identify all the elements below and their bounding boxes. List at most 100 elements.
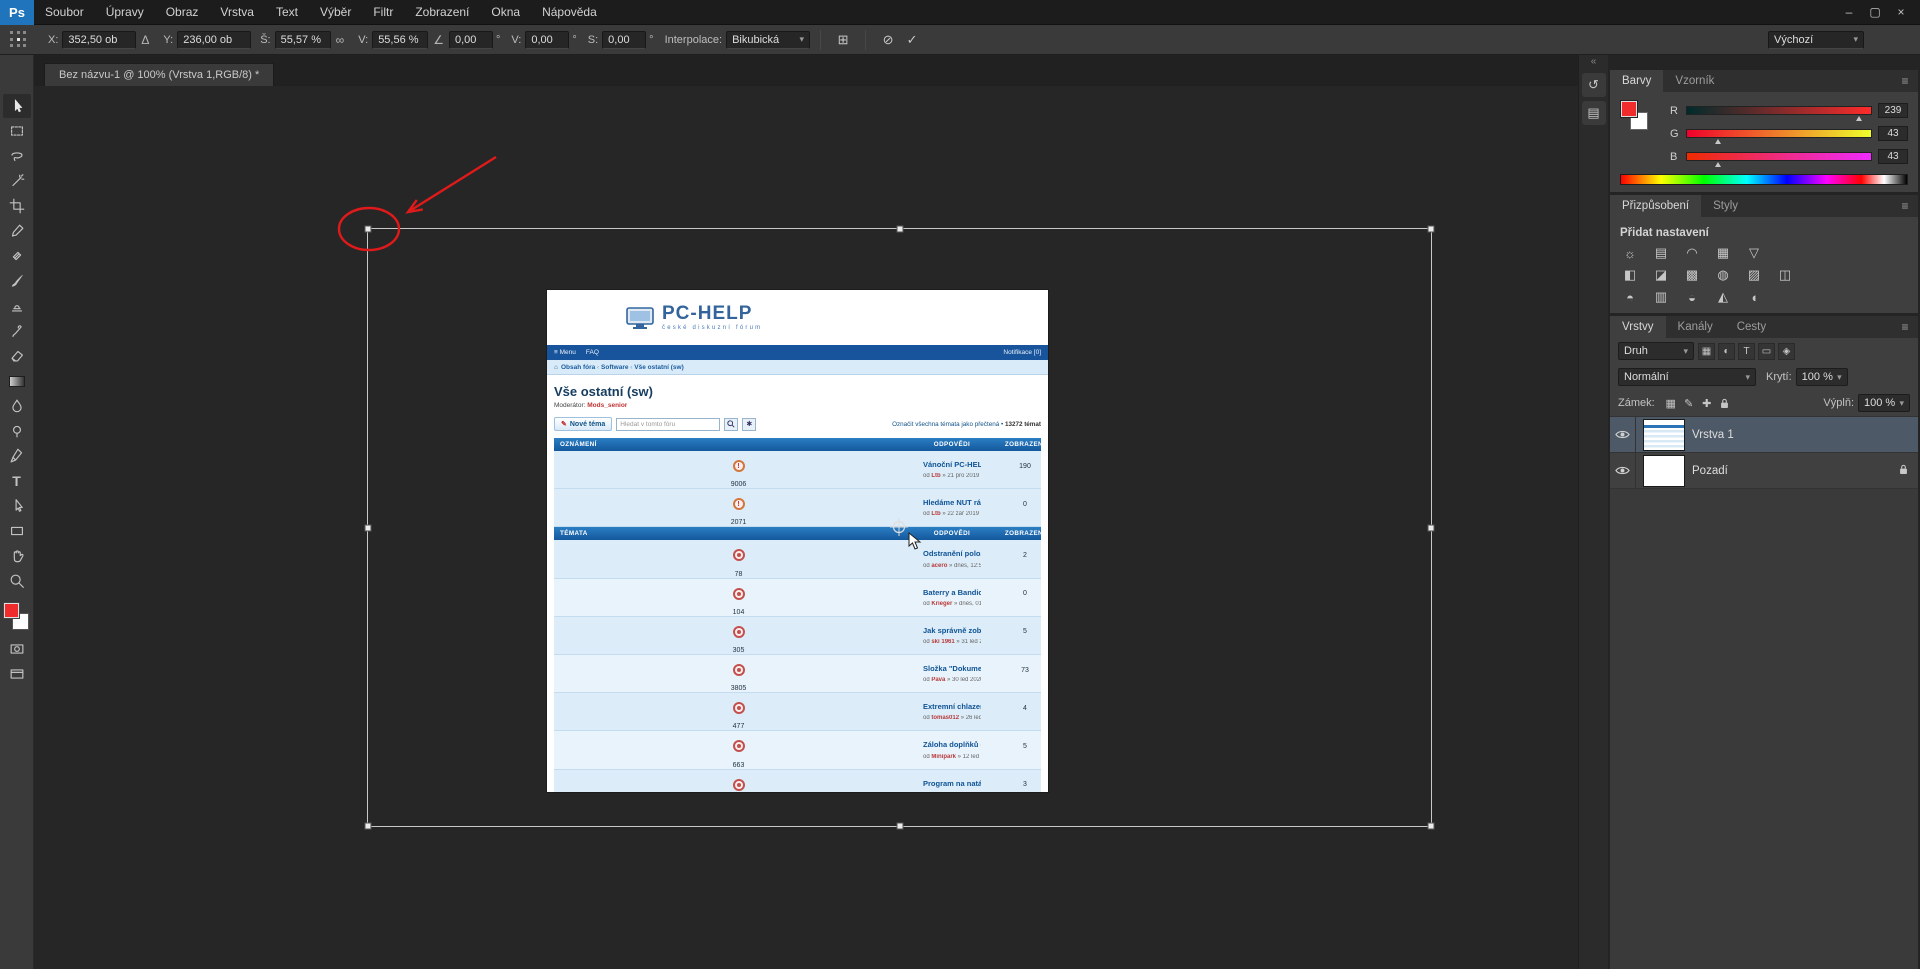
horizontal-skew-field[interactable]: 0,00 xyxy=(525,30,570,49)
slider-thumb[interactable] xyxy=(1715,139,1722,144)
adjustment-brightness-contrast-button[interactable]: ☼ xyxy=(1620,244,1640,262)
channel-value-field[interactable]: 43 xyxy=(1878,126,1908,141)
menu-upravy[interactable]: Úpravy xyxy=(95,5,155,19)
brush-tool[interactable] xyxy=(3,269,31,293)
eyedropper-tool[interactable] xyxy=(3,219,31,243)
channel-value-field[interactable]: 43 xyxy=(1878,149,1908,164)
canvas-area[interactable]: PC-HELP české diskuzní fórum ≡ Menu FAQ … xyxy=(34,86,1578,969)
path-selection-tool[interactable] xyxy=(3,494,31,518)
menu-obraz[interactable]: Obraz xyxy=(155,5,210,19)
adjustment-gradient-map-button[interactable]: ◭ xyxy=(1713,288,1733,306)
adjustment-exposure-button[interactable]: ▦ xyxy=(1713,244,1733,262)
edit-in-quick-mask-button[interactable] xyxy=(3,637,31,661)
transform-handle-top-left[interactable] xyxy=(364,225,372,233)
adjustment-hue-saturation-button[interactable]: ◧ xyxy=(1620,266,1640,284)
adjustment-channel-mixer-button[interactable]: ▨ xyxy=(1744,266,1764,284)
x-position-field[interactable]: 352,50 ob xyxy=(62,30,137,49)
filter-smart-objects[interactable]: ◈ xyxy=(1778,342,1795,360)
filter-shape-layers[interactable]: ▭ xyxy=(1758,342,1775,360)
blur-tool[interactable] xyxy=(3,394,31,418)
adjustment-curves-button[interactable]: ◠ xyxy=(1682,244,1702,262)
adjustment-photo-filter-button[interactable]: ◍ xyxy=(1713,266,1733,284)
height-scale-field[interactable]: 55,56 % xyxy=(372,30,429,49)
hand-tool[interactable] xyxy=(3,544,31,568)
close-button[interactable]: × xyxy=(1888,0,1914,25)
tab-styles[interactable]: Styly xyxy=(1701,195,1750,217)
minimize-button[interactable]: – xyxy=(1836,0,1862,25)
maintain-aspect-ratio-icon[interactable]: ∞ xyxy=(336,33,345,47)
opacity-field[interactable]: 100 % ▾ xyxy=(1795,368,1848,386)
transform-handle-middle-left[interactable] xyxy=(364,524,372,531)
warp-mode-toggle-button[interactable]: ⊞ xyxy=(831,30,855,50)
transform-handle-bottom-right[interactable] xyxy=(1427,822,1435,830)
lock-all[interactable] xyxy=(1717,395,1733,411)
blend-mode-select[interactable]: Normální ▾ xyxy=(1618,368,1756,386)
lock-transparent-pixels[interactable]: ▦ xyxy=(1663,395,1679,411)
adjustment-selective-color-button[interactable]: ◖ xyxy=(1744,288,1764,306)
menu-okna[interactable]: Okna xyxy=(480,5,531,19)
menu-vyber[interactable]: Výběr xyxy=(309,5,362,19)
history-panel-button[interactable]: ↺ xyxy=(1581,73,1606,97)
tab-swatches[interactable]: Vzorník xyxy=(1663,70,1726,92)
clone-stamp-tool[interactable] xyxy=(3,294,31,318)
history-brush-tool[interactable] xyxy=(3,319,31,343)
workspace-selector[interactable]: Výchozí ▾ xyxy=(1768,30,1864,49)
channel-slider[interactable] xyxy=(1686,129,1872,144)
color-spectrum-ramp[interactable] xyxy=(1620,174,1908,185)
transform-bounding-box[interactable] xyxy=(364,225,1435,830)
adjustment-invert-button[interactable]: ◓ xyxy=(1620,288,1640,306)
relative-positioning-toggle[interactable]: Δ xyxy=(141,33,149,47)
fill-field[interactable]: 100 % ▾ xyxy=(1858,394,1910,412)
transform-handle-top-right[interactable] xyxy=(1427,225,1435,233)
y-position-field[interactable]: 236,00 ob xyxy=(177,30,252,49)
layer-row[interactable]: Vrstva 1 xyxy=(1610,417,1918,453)
tab-layers[interactable]: Vrstvy xyxy=(1610,316,1666,338)
type-tool[interactable]: T xyxy=(3,469,31,493)
layer-thumbnail[interactable] xyxy=(1644,419,1684,450)
vertical-skew-field[interactable]: 0,00 xyxy=(602,30,647,49)
adjustment-color-lookup-button[interactable]: ◫ xyxy=(1775,266,1795,284)
dodge-tool[interactable] xyxy=(3,419,31,443)
filter-type-layers[interactable]: T xyxy=(1738,342,1755,360)
layer-thumbnail[interactable] xyxy=(1644,455,1684,486)
transform-handle-bottom-middle[interactable] xyxy=(896,822,903,830)
layer-visibility-toggle[interactable] xyxy=(1610,453,1636,488)
quick-selection-tool[interactable] xyxy=(3,169,31,193)
adjustment-color-balance-button[interactable]: ◪ xyxy=(1651,266,1671,284)
menu-napoveda[interactable]: Nápověda xyxy=(531,5,608,19)
channel-slider[interactable] xyxy=(1686,106,1872,121)
channel-slider[interactable] xyxy=(1686,152,1872,167)
adjustment-vibrance-button[interactable]: ▽ xyxy=(1744,244,1764,262)
foreground-color-swatch[interactable] xyxy=(1621,101,1637,117)
panel-menu-icon[interactable]: ≡ xyxy=(1892,195,1918,217)
width-scale-field[interactable]: 55,57 % xyxy=(274,30,331,49)
layer-visibility-toggle[interactable] xyxy=(1610,417,1636,452)
document-tab[interactable]: Bez názvu-1 @ 100% (Vrstva 1,RGB/8) * xyxy=(44,63,275,86)
healing-brush-tool[interactable] xyxy=(3,244,31,268)
filter-pixel-layers[interactable]: ▦ xyxy=(1698,342,1715,360)
zoom-tool[interactable] xyxy=(3,569,31,593)
menu-vrstva[interactable]: Vrstva xyxy=(209,5,265,19)
menu-soubor[interactable]: Soubor xyxy=(34,5,95,19)
adjustment-black-white-button[interactable]: ▩ xyxy=(1682,266,1702,284)
tab-adjustments[interactable]: Přizpůsobení xyxy=(1610,195,1702,217)
slider-thumb[interactable] xyxy=(1715,162,1722,167)
crop-tool[interactable] xyxy=(3,194,31,218)
interpolation-select[interactable]: Bikubická ▾ xyxy=(726,30,811,49)
menu-text[interactable]: Text xyxy=(265,5,309,19)
commit-transform-button[interactable]: ✓ xyxy=(900,30,924,50)
shape-tool[interactable] xyxy=(3,519,31,543)
maximize-button[interactable]: ▢ xyxy=(1862,0,1888,25)
menu-zobrazeni[interactable]: Zobrazení xyxy=(404,5,480,19)
panel-menu-icon[interactable]: ≡ xyxy=(1892,70,1918,92)
move-tool[interactable] xyxy=(2,94,31,118)
reference-point-locator[interactable] xyxy=(10,31,27,48)
screen-mode-button[interactable] xyxy=(3,662,31,686)
slider-thumb[interactable] xyxy=(1856,116,1863,121)
panel-menu-icon[interactable]: ≡ xyxy=(1892,316,1918,338)
layer-filter-type-select[interactable]: Druh ▾ xyxy=(1618,342,1694,360)
lasso-tool[interactable] xyxy=(3,144,31,168)
transform-handle-middle-right[interactable] xyxy=(1427,524,1435,531)
marquee-tool[interactable] xyxy=(3,119,31,143)
collapse-dock-button[interactable]: « xyxy=(1579,55,1608,69)
